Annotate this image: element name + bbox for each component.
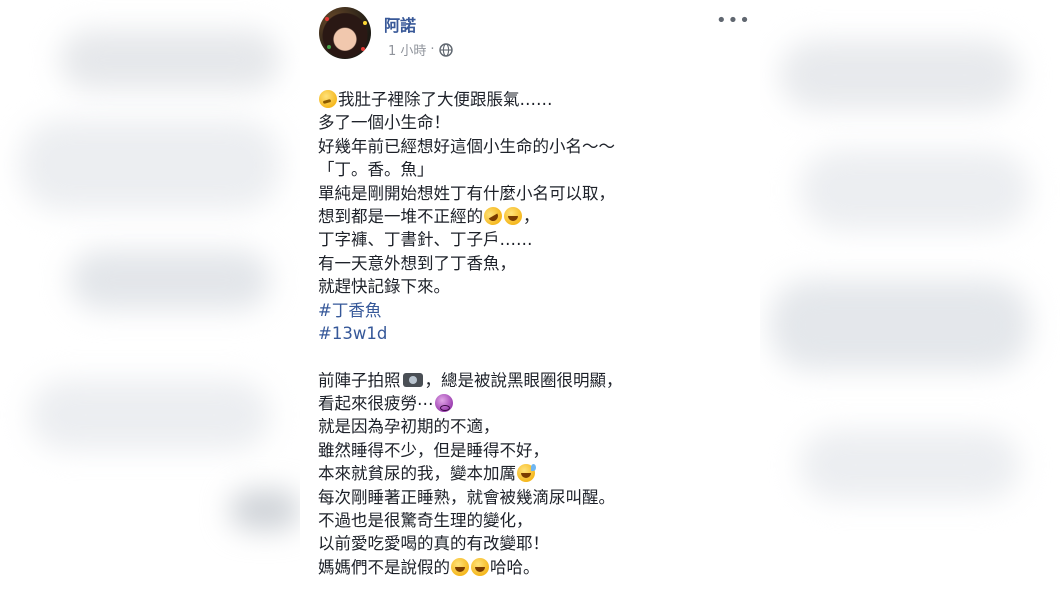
line-text: 本來就貧尿的我，變本加厲: [318, 464, 516, 484]
post-line: 就是因為孕初期的不適，: [318, 417, 500, 437]
thinking-face-emoji: [319, 90, 337, 108]
post-line: 想到都是一堆不正經的 ，: [318, 203, 748, 229]
grinning-squinting-face-emoji: [451, 557, 469, 576]
line-text: 看起來很疲勞⋯: [318, 394, 434, 414]
post-line: 「丁。香。魚」: [318, 160, 434, 180]
line-text: 我肚子裡除了大便跟脹氣……: [338, 90, 553, 109]
author-name[interactable]: 阿諾: [384, 12, 416, 36]
face-with-tears-of-joy-emoji: [504, 206, 522, 225]
post-line: 不過也是很驚奇生理的變化，: [318, 511, 533, 531]
camera-emoji: [402, 372, 423, 387]
post-line: 每次剛睡著正睡熟，就會被幾滴尿叫醒。: [318, 487, 615, 507]
line-text: ，: [523, 206, 540, 226]
grinning-squinting-face-emoji: [471, 557, 489, 576]
line-text: 前陣子拍照: [318, 370, 401, 390]
meta-separator: ·: [430, 42, 435, 57]
post-line: 前陣子拍照 ，總是被說黑眼圈很明顯，: [318, 369, 748, 392]
post-line: 看起來很疲勞⋯: [318, 392, 748, 415]
dizzy-face-emoji: [434, 394, 453, 413]
avatar[interactable]: [319, 7, 371, 59]
hashtag-link[interactable]: #丁香魚: [318, 299, 748, 322]
post-line: 以前愛吃愛喝的真的有改變耶！: [318, 534, 549, 554]
blurred-background-right: [760, 0, 1060, 596]
grinning-face-with-sweat-emoji: [517, 464, 536, 483]
post-line: 就趕快記錄下來。: [318, 277, 450, 297]
hashtag-link[interactable]: #13w1d: [318, 322, 748, 345]
post-line: 有一天意外想到了丁香魚，: [318, 253, 516, 273]
post-meta: 1 小時 ·: [388, 40, 453, 59]
post-line: 我肚子裡除了大便跟脹氣……: [318, 88, 748, 111]
line-text: ，總是被說黑眼圈很明顯，: [424, 370, 623, 390]
line-text: 想到都是一堆不正經的: [318, 206, 483, 226]
post-line: 雖然睡得不少，但是睡得不好，: [318, 440, 549, 460]
rolling-on-floor-laughing-emoji: [480, 203, 506, 229]
post-line: 媽媽們不是說假的 哈哈。: [318, 556, 748, 579]
post-line: 本來就貧尿的我，變本加厲: [318, 462, 748, 485]
line-text: 哈哈。: [490, 557, 540, 577]
line-text: 媽媽們不是說假的: [318, 557, 450, 577]
post-line: 多了一個小生命！: [318, 113, 450, 133]
post-line: 單純是剛開始想姓丁有什麼小名可以取，: [318, 183, 615, 203]
blurred-background-left: [0, 0, 300, 596]
more-options-icon[interactable]: •••: [716, 10, 751, 31]
globe-icon[interactable]: [438, 42, 453, 57]
post-timestamp[interactable]: 1 小時: [388, 40, 426, 59]
post-line: 丁字褲、丁書針、丁子戶……: [318, 230, 533, 250]
post-text: 我肚子裡除了大便跟脹氣…… 多了一個小生命！ 好幾年前已經想好這個小生命的小名～…: [318, 88, 748, 579]
facebook-post: 阿諾 1 小時 · ••• 我肚子裡除了大便跟脹氣…… 多了一個小生命！ 好幾年…: [300, 0, 760, 596]
post-line: 好幾年前已經想好這個小生命的小名～～: [318, 136, 615, 156]
